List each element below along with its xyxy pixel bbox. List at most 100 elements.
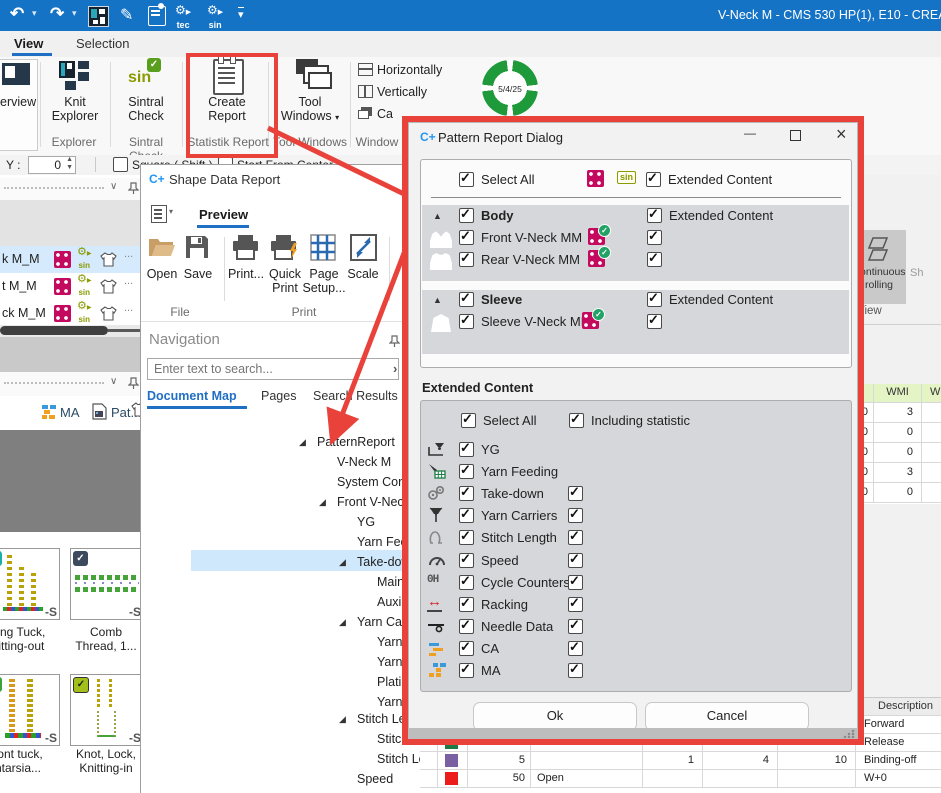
item-extended-checkbox[interactable] <box>568 597 583 612</box>
sin-gear-icon[interactable]: ⚙▶sin <box>77 273 92 298</box>
open-button[interactable]: Open <box>145 267 179 281</box>
item-extended-checkbox[interactable] <box>568 663 583 678</box>
tab-document-map[interactable]: Document Map <box>147 389 237 403</box>
item-extended-checkbox[interactable] <box>568 619 583 634</box>
wmi-cell[interactable]: 0 <box>874 483 922 503</box>
pin-icon[interactable] <box>389 335 400 348</box>
collapse-chevron-icon[interactable]: ∨ <box>110 181 117 192</box>
redo-icon[interactable]: ↷ <box>50 4 64 24</box>
scrollbar-thumb[interactable] <box>0 326 108 335</box>
part-extended-checkbox[interactable] <box>647 252 662 267</box>
draw-pencil-icon[interactable]: ✎ <box>120 5 133 25</box>
item-checkbox[interactable] <box>459 575 474 590</box>
scale-button[interactable]: Scale <box>343 267 383 281</box>
shape-pattern-icon[interactable] <box>54 305 71 322</box>
row-more-icon[interactable]: ... <box>124 302 133 314</box>
horizontal-scrollbar[interactable] <box>0 325 140 337</box>
y-spinner[interactable]: 0 ▲ ▼ <box>28 156 76 174</box>
wmi-cell[interactable] <box>922 483 941 503</box>
part-extended-checkbox[interactable] <box>647 314 662 329</box>
pattern-grid-icon[interactable] <box>88 6 109 27</box>
save-button[interactable]: Save <box>181 267 215 281</box>
item-checkbox[interactable] <box>459 553 474 568</box>
desc-cell[interactable]: Binding-off <box>856 752 941 770</box>
search-go-icon[interactable]: › <box>393 361 397 376</box>
part-checkbox[interactable] <box>459 314 474 329</box>
body-extended-checkbox[interactable] <box>647 208 662 223</box>
sin-gear-icon[interactable]: ⚙▶sin <box>77 246 92 271</box>
quick-print-button[interactable]: QuickPrint <box>265 267 305 295</box>
item-checkbox[interactable] <box>459 619 474 634</box>
wmi-cell[interactable] <box>922 423 941 443</box>
wmi-cell[interactable] <box>922 463 941 483</box>
module-tile[interactable]: ✓ -S <box>70 548 144 620</box>
item-checkbox[interactable] <box>459 597 474 612</box>
including-statistic-checkbox[interactable] <box>569 413 584 428</box>
resize-grip[interactable] <box>843 729 855 738</box>
ext-select-all-checkbox[interactable] <box>461 413 476 428</box>
shape-pattern-icon[interactable] <box>54 278 71 295</box>
wmi-cell[interactable] <box>922 443 941 463</box>
module-tile[interactable]: ✓ -S <box>70 674 144 746</box>
sleeve-extended-checkbox[interactable] <box>647 292 662 307</box>
ok-button[interactable]: Ok <box>473 702 637 731</box>
item-extended-checkbox[interactable] <box>568 575 583 590</box>
minimize-button[interactable]: — <box>744 126 756 140</box>
part-checkbox[interactable] <box>459 252 474 267</box>
sleeve-checkbox[interactable] <box>459 292 474 307</box>
toolbar-overflow-icon[interactable]: ▾ <box>238 7 244 21</box>
tshirt-icon[interactable] <box>100 306 117 321</box>
item-checkbox[interactable] <box>459 464 474 479</box>
part-row[interactable]: t M_M ⚙▶sin ... <box>0 273 140 301</box>
collapse-triangle-icon[interactable]: ▲ <box>433 295 442 305</box>
select-all-checkbox[interactable] <box>459 172 474 187</box>
item-checkbox[interactable] <box>459 442 474 457</box>
tshirt-icon[interactable] <box>100 279 117 294</box>
row-more-icon[interactable]: ... <box>124 248 133 260</box>
horizontally-item[interactable]: Horizontally <box>377 63 442 77</box>
close-button[interactable]: × <box>836 124 847 145</box>
tab-view[interactable]: View <box>14 36 43 51</box>
item-extended-checkbox[interactable] <box>568 641 583 656</box>
report-tool-icon[interactable] <box>148 6 166 26</box>
item-checkbox[interactable] <box>459 641 474 656</box>
cascade-item[interactable]: Ca <box>377 107 393 121</box>
tab-search-results[interactable]: Search Results <box>313 389 398 403</box>
square-shift-checkbox[interactable] <box>113 157 128 172</box>
undo-icon[interactable]: ↶ <box>10 4 24 24</box>
item-checkbox[interactable] <box>459 486 474 501</box>
wmi-cell[interactable]: 3 <box>874 403 922 423</box>
tab-pages[interactable]: Pages <box>261 389 296 403</box>
report-menu-dropdown-icon[interactable]: ▾ <box>169 207 173 216</box>
part-extended-checkbox[interactable] <box>647 230 662 245</box>
part-row[interactable]: ck M_M ⚙▶sin ... <box>0 300 140 327</box>
module-tile[interactable]: -S <box>0 548 60 620</box>
part-checkbox[interactable] <box>459 230 474 245</box>
item-extended-checkbox[interactable] <box>568 486 583 501</box>
sin-gear-icon[interactable]: ⚙▶sin <box>77 300 92 325</box>
tab-selection[interactable]: Selection <box>76 36 129 51</box>
item-extended-checkbox[interactable] <box>568 508 583 523</box>
report-menu-icon[interactable] <box>151 205 167 223</box>
extended-content-checkbox[interactable] <box>646 172 661 187</box>
desc-cell[interactable]: Forward <box>856 716 941 734</box>
wmi-cell[interactable]: 0 <box>874 443 922 463</box>
item-extended-checkbox[interactable] <box>568 530 583 545</box>
item-checkbox[interactable] <box>459 663 474 678</box>
wmi-cell[interactable]: 0 <box>874 423 922 443</box>
print-button[interactable]: Print... <box>227 267 265 281</box>
item-checkbox[interactable] <box>459 530 474 545</box>
module-tile[interactable]: -S <box>0 674 60 746</box>
item-extended-checkbox[interactable] <box>568 553 583 568</box>
wmi-cell[interactable]: 3 <box>874 463 922 483</box>
desc-cell[interactable]: Release <box>856 734 941 752</box>
shape-pattern-icon[interactable] <box>587 170 604 187</box>
vertically-item[interactable]: Vertically <box>377 85 427 99</box>
maximize-button[interactable] <box>790 130 801 141</box>
item-checkbox[interactable] <box>459 508 474 523</box>
search-input[interactable] <box>147 358 399 380</box>
desc-cell[interactable]: W+0 <box>856 770 941 788</box>
shape-pattern-icon[interactable] <box>54 251 71 268</box>
page-setup-button[interactable]: PageSetup... <box>301 267 347 295</box>
part-row[interactable]: k M_M ⚙▶sin ... <box>0 246 140 273</box>
